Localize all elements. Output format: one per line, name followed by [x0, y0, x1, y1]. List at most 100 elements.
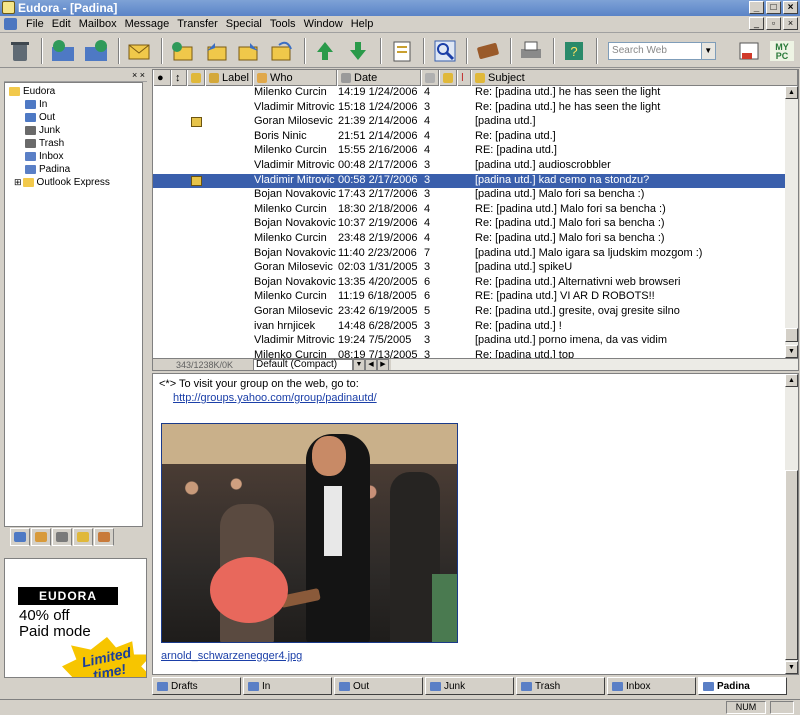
filters-tab[interactable]: [31, 528, 51, 546]
menu-help[interactable]: Help: [347, 18, 378, 30]
table-row[interactable]: Vladimir Mitrovic 15:18 1/24/2006 3 Re: [pa…: [153, 101, 786, 116]
table-row[interactable]: Bojan Novakovic 11:40 2/23/2006 7 [padina u…: [153, 247, 786, 262]
search-web-dropdown[interactable]: ▼: [701, 41, 716, 60]
tree-item[interactable]: Junk: [5, 124, 142, 137]
mailbox-tab-junk[interactable]: Junk: [425, 677, 514, 695]
tree-item[interactable]: Trash: [5, 137, 142, 150]
table-row[interactable]: Bojan Novakovic 17:43 2/17/2006 3 [padina u…: [153, 188, 786, 203]
find-button[interactable]: [429, 36, 460, 66]
mailbox-tab-out[interactable]: Out: [334, 677, 423, 695]
address-book-button[interactable]: [472, 36, 503, 66]
mailboxes-tab[interactable]: [10, 528, 30, 546]
child-minimize-button[interactable]: _: [749, 17, 764, 30]
table-row[interactable]: Milenko Curcin 18:30 2/18/2006 4 RE: [padin…: [153, 203, 786, 218]
table-row[interactable]: Goran Milosevic 02:03 1/31/2005 3 [padina u…: [153, 261, 786, 276]
scroll-down-icon[interactable]: ▼: [785, 345, 798, 358]
menu-window[interactable]: Window: [300, 18, 347, 30]
mailbox-tab-trash[interactable]: Trash: [516, 677, 605, 695]
table-row[interactable]: Bojan Novakovic 10:37 2/19/2006 4 Re: [padi…: [153, 217, 786, 232]
tree-item[interactable]: Eudora: [5, 85, 142, 98]
menu-mailbox[interactable]: Mailbox: [75, 18, 121, 30]
table-row[interactable]: Milenko Curcin 23:48 2/19/2006 4 Re: [padin…: [153, 232, 786, 247]
close-pane-icon[interactable]: × ×: [132, 70, 145, 80]
scroll-thumb[interactable]: [785, 328, 798, 342]
table-row[interactable]: Vladimir Mitrovic 19:24 7/5/2005 3 [padina …: [153, 334, 786, 349]
menu-message[interactable]: Message: [121, 18, 174, 30]
table-row[interactable]: Boris Ninic 21:51 2/14/2006 4 Re: [padina u…: [153, 130, 786, 145]
mypc-button[interactable]: MY PC: [767, 36, 798, 66]
forward-button[interactable]: [233, 36, 264, 66]
maximize-button[interactable]: □: [766, 1, 781, 14]
preview-scroll-up-icon[interactable]: ▲: [785, 374, 798, 387]
table-row[interactable]: Goran Milosevic 23:42 6/19/2005 5 Re: [padi…: [153, 305, 786, 320]
reply-button[interactable]: [167, 36, 198, 66]
preview-scroll-down-icon[interactable]: ▼: [785, 661, 798, 674]
date-column[interactable]: Date: [337, 70, 421, 86]
close-button[interactable]: ×: [783, 1, 798, 14]
view-select[interactable]: Default (Compact): [253, 359, 353, 370]
expand-icon[interactable]: ⊞: [14, 177, 22, 188]
previous-message-button[interactable]: [310, 36, 341, 66]
document-menu-icon[interactable]: [4, 18, 17, 30]
file-browser-tab[interactable]: [52, 528, 72, 546]
menu-file[interactable]: File: [22, 18, 48, 30]
menu-transfer[interactable]: Transfer: [173, 18, 222, 30]
tree-item[interactable]: Out: [5, 111, 142, 124]
tree-item[interactable]: ⊞ Outlook Express: [5, 176, 142, 189]
next-message-button[interactable]: [343, 36, 374, 66]
trash-button[interactable]: [4, 36, 35, 66]
menu-tools[interactable]: Tools: [266, 18, 300, 30]
redirect-button[interactable]: [266, 36, 297, 66]
child-close-button[interactable]: ×: [783, 17, 798, 30]
scroll-left-icon[interactable]: ◀: [365, 359, 377, 370]
tree-item[interactable]: In: [5, 98, 142, 111]
table-row[interactable]: Vladimir Mitrovic 00:58 2/17/2006 3 [padina…: [153, 173, 786, 189]
group-link[interactable]: http://groups.yahoo.com/group/padinautd/: [173, 392, 377, 404]
menu-special[interactable]: Special: [222, 18, 266, 30]
minimize-button[interactable]: _: [749, 1, 764, 14]
attach-button[interactable]: [386, 36, 417, 66]
table-row[interactable]: ivan hrnjicek 14:48 6/28/2005 3 Re: [padina…: [153, 320, 786, 335]
message-list-scrollbar[interactable]: ▲ ▼: [785, 86, 798, 358]
table-row[interactable]: Goran Milosevic 21:39 2/14/2006 4 [padina u…: [153, 115, 786, 130]
child-restore-button[interactable]: ▫: [766, 17, 781, 30]
help-button[interactable]: ?: [559, 36, 590, 66]
attachment-filename[interactable]: arnold_schwarzenegger4.jpg: [161, 650, 302, 662]
tree-item[interactable]: Inbox: [5, 150, 142, 163]
reply-all-button[interactable]: [200, 36, 231, 66]
table-row[interactable]: Milenko Curcin 11:19 6/18/2005 6 RE: [padin…: [153, 290, 786, 305]
search-web-input[interactable]: Search Web: [608, 41, 702, 60]
who-column[interactable]: Who: [253, 70, 337, 86]
status-column[interactable]: ●: [153, 70, 171, 86]
server-status-column[interactable]: [439, 70, 457, 86]
stationery-tab[interactable]: [94, 528, 114, 546]
table-row[interactable]: Vladimir Mitrovic 00:48 2/17/2006 3 [padina…: [153, 159, 786, 174]
table-row[interactable]: Milenko Curcin 14:19 1/24/2006 4 Re: [padin…: [153, 86, 786, 101]
check-mail-button[interactable]: [47, 36, 78, 66]
send-queued-button[interactable]: [80, 36, 111, 66]
scroll-up-icon[interactable]: ▲: [785, 86, 798, 99]
table-row[interactable]: Bojan Novakovic 13:35 4/20/2005 6 Re: [padi…: [153, 276, 786, 291]
label-column[interactable]: Label: [205, 70, 253, 86]
attachment-column[interactable]: [187, 70, 205, 86]
mailbox-tab-drafts[interactable]: Drafts: [152, 677, 241, 695]
horizontal-scrollbar[interactable]: [391, 359, 798, 370]
junk-score-column[interactable]: ǀ: [457, 70, 471, 86]
subject-column[interactable]: Subject: [471, 70, 798, 86]
mailbox-tab-in[interactable]: In: [243, 677, 332, 695]
priority-column[interactable]: ↕: [171, 70, 187, 86]
preview-scrollbar[interactable]: ▲ ▼: [785, 374, 798, 674]
print-button[interactable]: [516, 36, 547, 66]
preview-scroll-thumb[interactable]: [785, 470, 798, 660]
attached-photo[interactable]: [161, 423, 458, 643]
menu-edit[interactable]: Edit: [48, 18, 75, 30]
mailbox-tab-padina[interactable]: Padina: [698, 677, 787, 695]
view-dropdown-icon[interactable]: ▼: [353, 359, 365, 370]
scroll-right-icon[interactable]: ▶: [377, 359, 389, 370]
table-row[interactable]: Milenko Curcin 15:55 2/16/2006 4 RE: [padin…: [153, 144, 786, 159]
size-column[interactable]: [421, 70, 439, 86]
fax-button[interactable]: [734, 36, 765, 66]
tree-item[interactable]: Padina: [5, 163, 142, 176]
signatures-tab[interactable]: [73, 528, 93, 546]
new-message-button[interactable]: [124, 36, 155, 66]
